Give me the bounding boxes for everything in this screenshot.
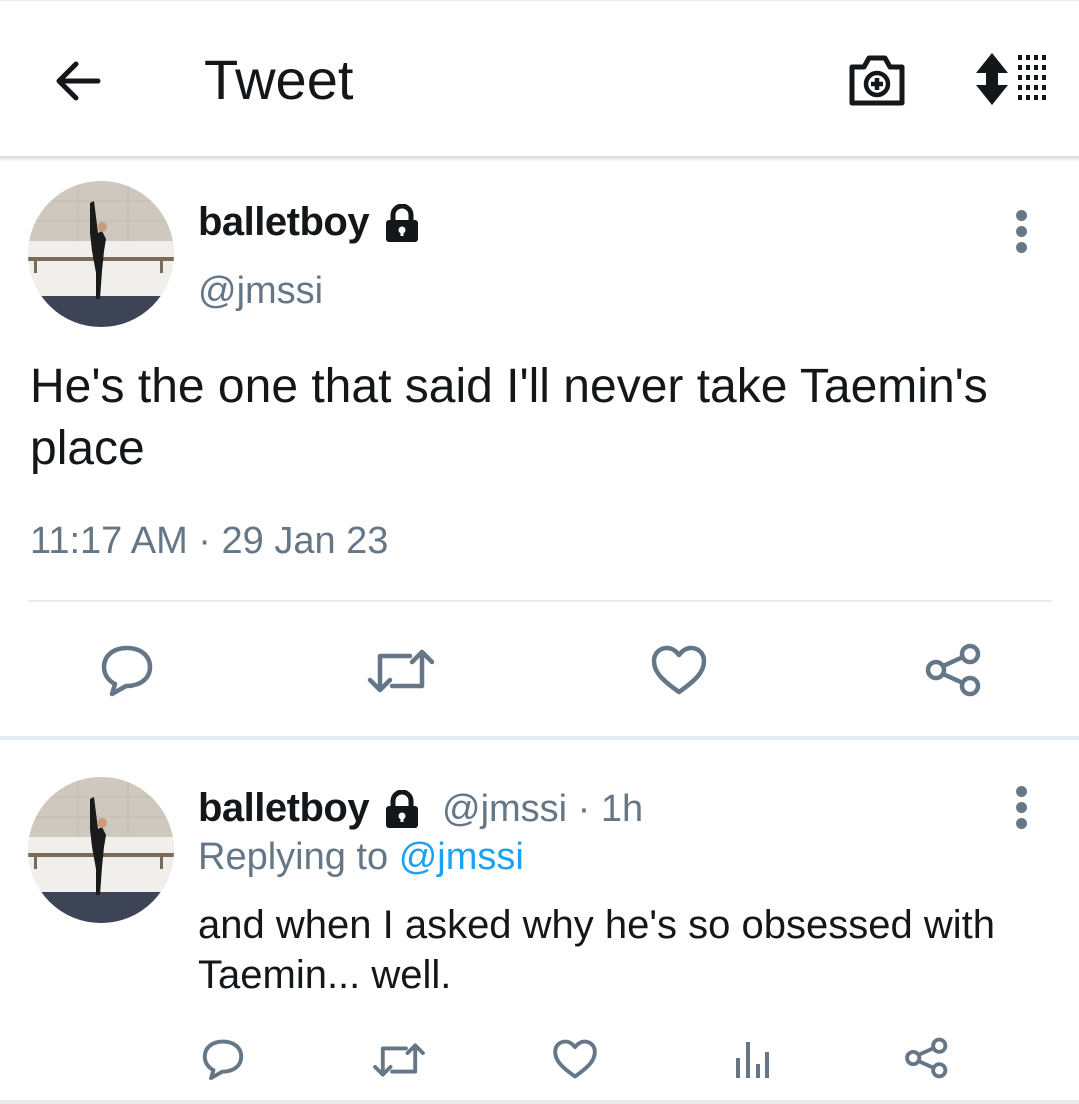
like-icon[interactable]: [552, 1038, 598, 1080]
retweet-icon[interactable]: [372, 1040, 426, 1080]
reply-icon[interactable]: [98, 642, 156, 698]
bottom-separator: [0, 1100, 1079, 1104]
tweet-text: He's the one that said I'll never take T…: [30, 360, 988, 475]
tweet-text: and when I asked why he's so obsessed wi…: [198, 903, 995, 997]
lock-icon: [385, 790, 418, 829]
sort-icon[interactable]: [974, 51, 1048, 107]
camera-plus-icon[interactable]: [846, 49, 908, 109]
reply-icon[interactable]: [200, 1036, 246, 1082]
retweet-icon[interactable]: [366, 646, 436, 696]
section-separator: [0, 736, 1079, 740]
analytics-icon[interactable]: [732, 1036, 772, 1080]
page-title: Tweet: [204, 48, 354, 111]
handle[interactable]: @jmssi: [198, 270, 323, 313]
share-icon[interactable]: [904, 1036, 950, 1080]
replying-to: Replying to @jmssi: [198, 836, 524, 878]
share-icon[interactable]: [924, 642, 984, 698]
display-name[interactable]: balletboy: [198, 200, 424, 245]
divider: [28, 600, 1052, 602]
more-options-icon[interactable]: [1014, 786, 1028, 830]
more-options-icon[interactable]: [1014, 210, 1028, 254]
tweet-timestamp[interactable]: 11:17 AM · 29 Jan 23: [30, 520, 388, 563]
top-app-bar: Tweet: [0, 0, 1079, 158]
avatar[interactable]: [28, 181, 174, 327]
avatar[interactable]: [28, 777, 174, 923]
replying-to-handle-link[interactable]: @jmssi: [399, 836, 524, 878]
handle-and-time[interactable]: @jmssi · 1h: [442, 788, 643, 831]
arrow-left-icon[interactable]: [50, 53, 106, 109]
like-icon[interactable]: [650, 644, 708, 696]
header-shadow: [0, 156, 1079, 162]
display-name[interactable]: balletboy: [198, 786, 424, 831]
lock-icon: [385, 204, 418, 243]
